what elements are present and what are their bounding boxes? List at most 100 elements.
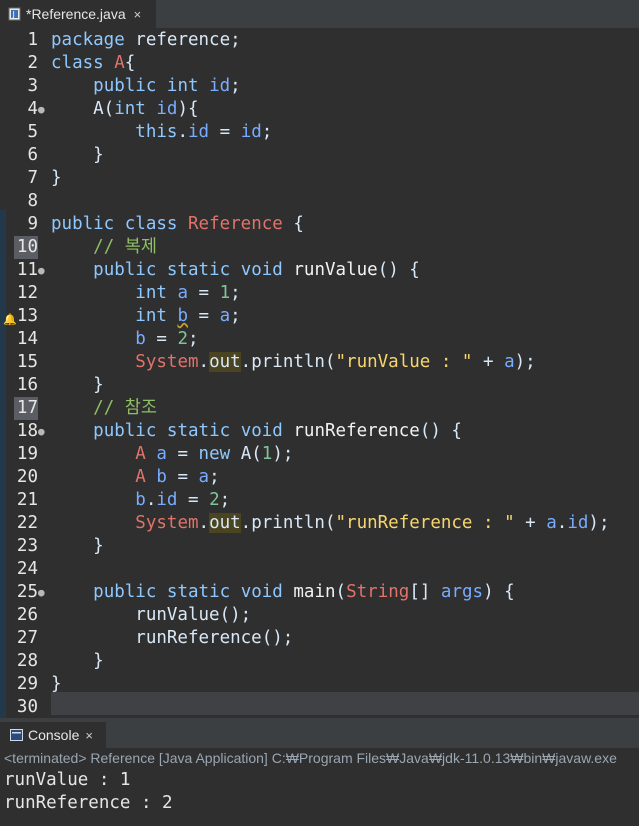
code-token: = (145, 329, 178, 349)
code-token: A (135, 467, 146, 487)
tab-console[interactable]: Console × (0, 722, 106, 748)
code-text: } (51, 374, 104, 397)
code-token: id (156, 490, 178, 510)
close-icon[interactable]: × (85, 728, 93, 743)
code-line[interactable]: 8 (0, 190, 639, 213)
code-line[interactable]: 17 // 참조 (0, 397, 639, 420)
code-token: ) { (483, 582, 515, 602)
console-output[interactable]: <terminated> Reference [Java Application… (0, 748, 639, 826)
code-line[interactable]: 22 System.out.println("runReference : " … (0, 512, 639, 535)
console-status: <terminated> Reference [Java Application… (4, 750, 617, 766)
code-token: id (209, 76, 231, 96)
code-line[interactable]: 4 ● A(int id){ (0, 98, 639, 121)
code-line[interactable]: 20 A b = a; (0, 466, 639, 489)
code-token: } (51, 536, 104, 556)
code-line[interactable]: 🔔 13 int b = a; (0, 305, 639, 328)
code-line[interactable]: 10 // 복제 (0, 236, 639, 259)
code-line[interactable]: 12 int a = 1; (0, 282, 639, 305)
line-number: 28 (16, 651, 38, 671)
code-token: ( (335, 582, 347, 602)
code-line[interactable]: 27 runReference(); (0, 627, 639, 650)
line-number: 15 (16, 352, 38, 372)
tab-reference-java[interactable]: J *Reference.java × (0, 0, 156, 28)
fold-marker-icon[interactable]: ● (38, 420, 45, 443)
code-line[interactable]: 16 } (0, 374, 639, 397)
code-token: 1 (261, 444, 273, 464)
code-text: // 참조 (51, 397, 157, 420)
code-token: . (556, 513, 568, 533)
code-line[interactable]: 26 runValue(); (0, 604, 639, 627)
console-line: runValue : 1 (4, 770, 131, 790)
code-token: static (166, 582, 231, 602)
code-token: String (346, 582, 410, 602)
code-token: public (93, 582, 157, 602)
code-token: () { (419, 421, 462, 441)
code-line[interactable]: 18 ● public static void runReference() { (0, 420, 639, 443)
code-line[interactable]: 2 class A{ (0, 52, 639, 75)
code-token: ; (230, 76, 241, 96)
code-token: A( (230, 444, 262, 464)
code-token: "runReference : " (335, 513, 515, 533)
fold-marker-icon[interactable]: ● (38, 581, 45, 604)
code-line[interactable]: 21 b.id = 2; (0, 489, 639, 512)
code-token: package (51, 30, 125, 50)
code-token: ; (188, 329, 199, 349)
fold-marker-icon[interactable]: ● (38, 259, 45, 282)
code-token: out (209, 513, 241, 533)
code-token: } (51, 651, 104, 671)
code-line[interactable]: 5 this.id = id; (0, 121, 639, 144)
code-token: } (51, 674, 62, 694)
fold-marker-icon[interactable]: ● (38, 98, 45, 121)
code-token: 1 (219, 283, 231, 303)
code-token: b (135, 329, 146, 349)
code-editor[interactable]: 1 package reference; 2 class A{3 public int… (0, 28, 639, 718)
code-line[interactable]: 15 System.out.println("runValue : " + a)… (0, 351, 639, 374)
code-text: int b = a; (51, 305, 240, 328)
line-number: 17 (14, 397, 38, 420)
code-token: ; (219, 490, 231, 510)
code-text: } (51, 673, 62, 696)
code-line[interactable]: 30 (0, 696, 639, 719)
code-line[interactable]: 24 (0, 558, 639, 581)
code-token: id (156, 99, 178, 119)
code-token: () { (377, 260, 420, 280)
code-line[interactable]: 23 } (0, 535, 639, 558)
code-text: class A{ (51, 52, 135, 75)
code-text: A(int id){ (51, 98, 198, 121)
code-line[interactable]: 9 public class Reference { (0, 213, 639, 236)
code-line[interactable]: 19 A a = new A(1); (0, 443, 639, 466)
code-text: } (51, 144, 104, 167)
code-token: runReference(); (51, 628, 294, 648)
code-text: } (51, 535, 104, 558)
code-line[interactable]: 7} (0, 167, 639, 190)
line-number: 27 (16, 628, 38, 648)
code-token: runValue (293, 260, 378, 280)
code-token: a (156, 444, 167, 464)
code-token: a (198, 467, 210, 487)
code-line[interactable]: 1 package reference; (0, 29, 639, 52)
code-line[interactable]: 3 public int id; (0, 75, 639, 98)
line-number: 24 (16, 559, 38, 579)
code-token: = (166, 444, 199, 464)
code-line[interactable]: 6 } (0, 144, 639, 167)
code-line[interactable]: 11 ● public static void runValue() { (0, 259, 639, 282)
code-line[interactable]: 14 b = 2; (0, 328, 639, 351)
editor-tab-bar: J *Reference.java × (0, 0, 639, 28)
code-line[interactable]: 29} (0, 673, 639, 696)
code-token: .println( (240, 352, 336, 372)
close-icon[interactable]: × (134, 7, 142, 22)
code-text: } (51, 167, 62, 190)
code-token: id (188, 122, 210, 142)
code-line[interactable]: 28 } (0, 650, 639, 673)
code-line[interactable]: 25 ● public static void main(String[] arg… (0, 581, 639, 604)
